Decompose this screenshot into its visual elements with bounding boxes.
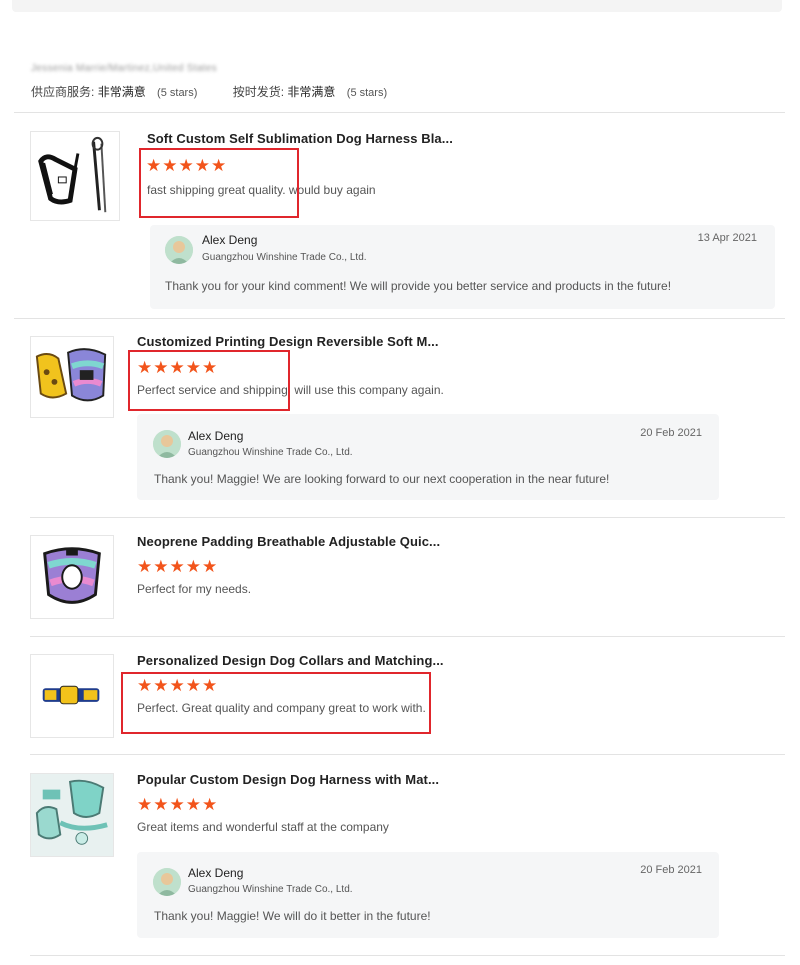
harness-set-image: [31, 774, 113, 856]
seller-reply: Alex Deng Guangzhou Winshine Trade Co., …: [150, 225, 775, 309]
neoprene-harness-image: [31, 536, 113, 618]
delivery-rating-value: 非常满意: [287, 85, 336, 99]
supplier-ratings-row: 供应商服务: 非常满意 (5 stars) 按时发货: 非常满意 (5 star…: [31, 83, 419, 100]
delivery-rating: 按时发货: 非常满意 (5 stars): [233, 83, 387, 100]
seller-company: Guangzhou Winshine Trade Co., Ltd.: [188, 447, 353, 458]
service-rating-value: 非常满意: [97, 85, 146, 99]
rating-stars: ★★★★★: [137, 795, 219, 814]
divider: [30, 955, 785, 956]
reply-date: 20 Feb 2021: [640, 427, 702, 439]
delivery-rating-stars: (5 stars): [346, 87, 388, 99]
seller-reply: Alex Deng Guangzhou Winshine Trade Co., …: [137, 852, 719, 938]
service-rating-label: 供应商服务:: [31, 85, 95, 99]
seller-reply: Alex Deng Guangzhou Winshine Trade Co., …: [137, 414, 719, 500]
seller-name: Alex Deng: [202, 233, 258, 247]
seller-avatar: [165, 236, 193, 264]
rating-stars: ★★★★★: [137, 557, 219, 576]
divider: [30, 754, 785, 755]
rating-stars: ★★★★★: [137, 676, 219, 695]
seller-avatar: [153, 868, 181, 896]
delivery-rating-label: 按时发货:: [232, 85, 285, 99]
reply-date: 20 Feb 2021: [640, 864, 702, 876]
product-thumbnail[interactable]: [30, 654, 114, 738]
seller-company: Guangzhou Winshine Trade Co., Ltd.: [188, 884, 353, 895]
product-thumbnail[interactable]: [30, 535, 114, 619]
review-comment: Perfect service and shipping. will use t…: [137, 383, 444, 397]
product-title[interactable]: Customized Printing Design Reversible So…: [137, 334, 439, 349]
buyer-name-blurred: Jessenia Marrie/Martinez,United States: [31, 63, 217, 74]
review-comment: Great items and wonderful staff at the c…: [137, 820, 389, 834]
reply-text: Thank you for your kind comment! We will…: [165, 279, 672, 293]
product-thumbnail[interactable]: [30, 773, 114, 857]
rating-stars: ★★★★★: [137, 358, 219, 377]
seller-name: Alex Deng: [188, 866, 244, 880]
service-rating-stars: (5 stars): [157, 87, 198, 99]
review-comment: Perfect. Great quality and company great…: [137, 701, 426, 715]
rating-stars: ★★★★★: [146, 156, 228, 175]
review-comment: Perfect for my needs.: [137, 582, 252, 596]
product-title[interactable]: Popular Custom Design Dog Harness with M…: [137, 772, 439, 787]
top-panel-edge: [12, 0, 782, 12]
reply-date: 13 Apr 2021: [697, 232, 757, 244]
product-thumbnail[interactable]: [30, 131, 120, 221]
divider: [14, 318, 785, 319]
dog-collar-image: [31, 655, 113, 737]
reversible-harness-image: [31, 337, 113, 417]
seller-avatar: [153, 430, 181, 458]
product-title[interactable]: Neoprene Padding Breathable Adjustable Q…: [137, 534, 440, 549]
seller-company: Guangzhou Winshine Trade Co., Ltd.: [202, 252, 367, 263]
product-title[interactable]: Soft Custom Self Sublimation Dog Harness…: [147, 131, 453, 146]
dog-harness-black-image: [31, 132, 119, 220]
reply-text: Thank you! Maggie! We are looking forwar…: [154, 472, 610, 486]
product-thumbnail[interactable]: [30, 336, 114, 418]
product-title[interactable]: Personalized Design Dog Collars and Matc…: [137, 653, 444, 668]
divider: [30, 636, 785, 637]
review-comment: fast shipping great quality. would buy a…: [147, 183, 376, 197]
service-rating: 供应商服务: 非常满意 (5 stars): [31, 83, 197, 100]
divider: [14, 112, 785, 113]
reply-text: Thank you! Maggie! We will do it better …: [154, 909, 431, 923]
divider: [30, 517, 785, 518]
seller-name: Alex Deng: [188, 429, 244, 443]
